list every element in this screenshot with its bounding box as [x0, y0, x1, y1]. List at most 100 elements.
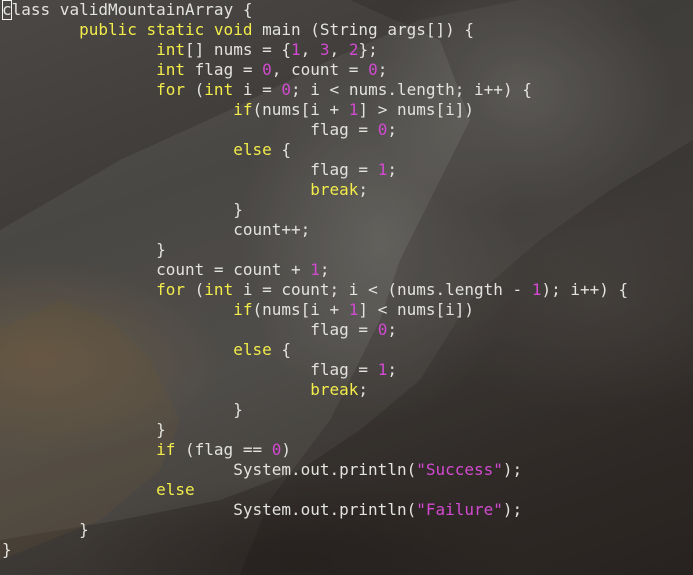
code-token: 0 — [377, 320, 388, 339]
code-token: if — [233, 100, 253, 119]
code-token: , — [329, 40, 349, 59]
code-token: main (String args[]) { — [252, 20, 475, 39]
code-token: for — [156, 80, 186, 99]
code-line: } — [0, 540, 628, 560]
code-line: class validMountainArray { — [0, 0, 628, 20]
code-line: System.out.println("Failure"); — [0, 500, 628, 520]
code-token: else — [156, 480, 195, 499]
code-line: else { — [0, 140, 628, 160]
code-token: 1 — [348, 100, 359, 119]
code-line: break; — [0, 180, 628, 200]
code-editor[interactable]: class validMountainArray { public static… — [0, 0, 693, 575]
code-line: else { — [0, 340, 628, 360]
code-line: for (int i = 0; i < nums.length; i++) { — [0, 80, 628, 100]
code-token: 1 — [348, 300, 359, 319]
code-token: ; — [377, 60, 388, 79]
code-token: ; — [387, 160, 397, 179]
code-token: else — [233, 340, 272, 359]
code-token: for — [156, 280, 186, 299]
code-line: for (int i = count; i < (nums.length - 1… — [0, 280, 628, 300]
code-token: break — [310, 180, 359, 199]
code-token: (nums[i + — [252, 300, 349, 319]
code-line: count = count + 1; — [0, 260, 628, 280]
code-line: count++; — [0, 220, 628, 240]
code-token: ); i++) { — [541, 280, 629, 299]
code-token: flag = — [2, 160, 378, 179]
code-line: flag = 0; — [0, 120, 628, 140]
code-token: ( — [185, 280, 205, 299]
code-token: ; i < nums.length; i++) { — [291, 80, 532, 99]
code-token: ; — [358, 180, 369, 199]
code-token: int — [156, 40, 186, 59]
code-line: System.out.println("Success"); — [0, 460, 628, 480]
code-line: if(nums[i + 1] < nums[i]) — [0, 300, 628, 320]
code-token: , — [300, 40, 320, 59]
code-text-area[interactable]: class validMountainArray { public static… — [0, 0, 628, 560]
code-token: 0 — [271, 440, 282, 459]
code-line: flag = 1; — [0, 360, 628, 380]
code-line: int[] nums = {1, 3, 2}; — [0, 40, 628, 60]
code-token: lass validMountainArray { — [11, 0, 253, 19]
code-line: } — [0, 520, 628, 540]
code-token: break — [310, 380, 359, 399]
code-token: ; — [387, 320, 397, 339]
code-token: ( — [185, 80, 205, 99]
code-token: 2 — [348, 40, 359, 59]
text-cursor: c — [2, 0, 12, 20]
code-token: if — [233, 300, 253, 319]
code-token: ); — [502, 460, 523, 479]
code-line: } — [0, 400, 628, 420]
code-token: 0 — [281, 80, 292, 99]
code-token: int — [204, 80, 234, 99]
code-token: } — [2, 520, 89, 539]
code-token: count = count + — [2, 260, 311, 279]
code-token: ; — [387, 360, 397, 379]
code-token: 1 — [291, 40, 301, 59]
code-line: else — [0, 480, 628, 500]
code-token: flag = — [2, 360, 378, 379]
code-token: ] > nums[i]) — [358, 100, 475, 119]
code-line: flag = 1; — [0, 160, 628, 180]
code-token: (nums[i + — [252, 100, 349, 119]
code-token: else — [233, 140, 272, 159]
code-token: , count = — [271, 60, 369, 79]
code-line: public static void main (String args[]) … — [0, 20, 628, 40]
code-token: "Failure" — [416, 500, 503, 519]
code-line: } — [0, 200, 628, 220]
code-token: System.out.println( — [2, 500, 417, 519]
code-token: public static void — [79, 20, 253, 39]
code-token: 0 — [262, 60, 272, 79]
code-token: i = — [233, 80, 282, 99]
code-token: ; — [358, 380, 369, 399]
code-line: } — [0, 240, 628, 260]
code-token: 1 — [377, 160, 388, 179]
code-token: flag = — [185, 60, 263, 79]
code-token: flag = — [2, 120, 378, 139]
code-token: 0 — [368, 60, 378, 79]
code-token: } — [2, 540, 12, 559]
code-token: System.out.println( — [2, 460, 417, 479]
code-token: 1 — [377, 360, 388, 379]
code-token: ); — [502, 500, 523, 519]
code-line: if (flag == 0) — [0, 440, 628, 460]
code-line: break; — [0, 380, 628, 400]
code-token: count++; — [2, 220, 311, 239]
code-token: [] nums = { — [185, 40, 291, 59]
code-token: int — [156, 60, 186, 79]
code-token: 0 — [377, 120, 388, 139]
code-token: } — [2, 420, 166, 439]
code-token: { — [271, 140, 291, 159]
